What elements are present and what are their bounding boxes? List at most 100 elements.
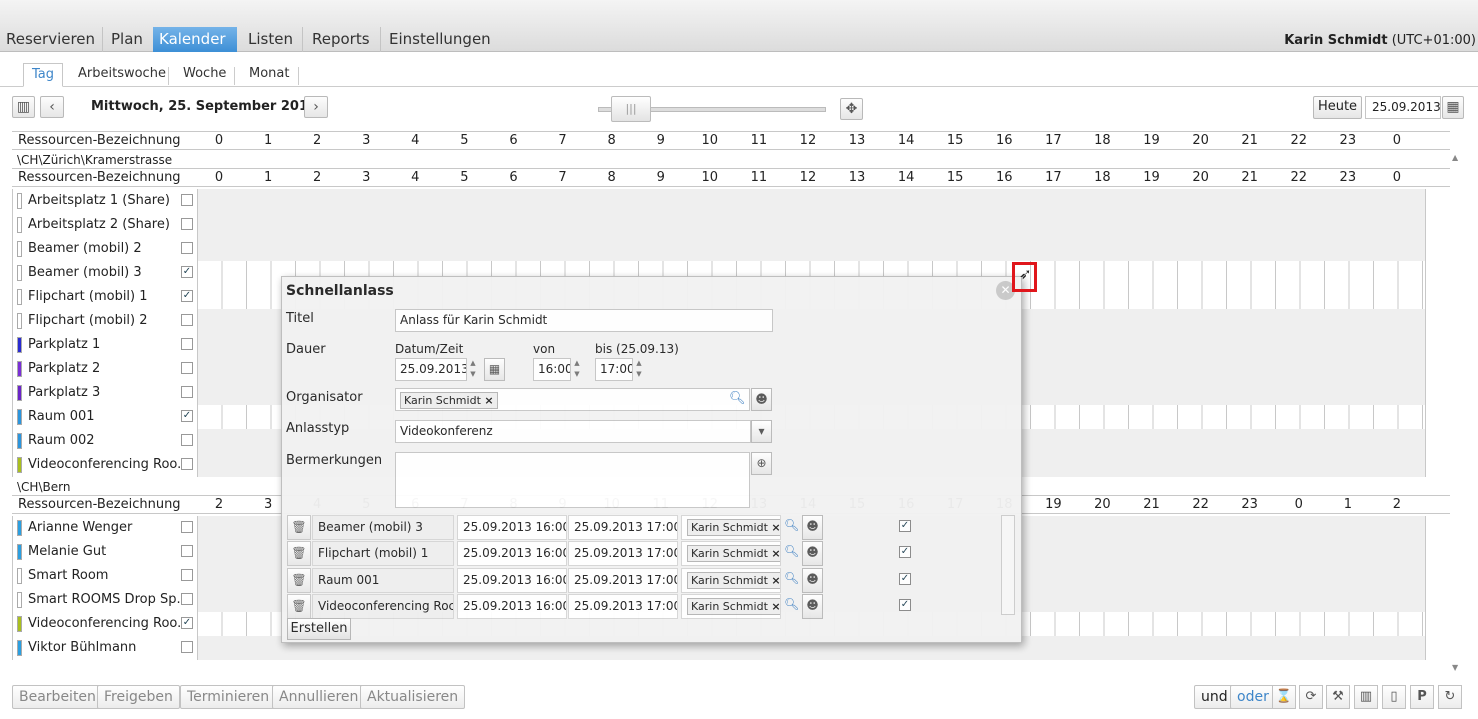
resource-checkbox[interactable] bbox=[181, 545, 193, 557]
item-person-field[interactable]: Karin Schmidt × bbox=[681, 567, 781, 593]
resource-checkbox[interactable] bbox=[181, 521, 193, 533]
search-icon[interactable]: 🔍︎ bbox=[729, 391, 746, 406]
resource-checkbox[interactable] bbox=[181, 194, 193, 206]
remarks-textarea[interactable] bbox=[395, 452, 750, 508]
resource-checkbox[interactable]: ✓ bbox=[181, 266, 193, 278]
device-button[interactable]: ▯ bbox=[1382, 685, 1406, 709]
tools-button[interactable]: ⚒ bbox=[1326, 685, 1350, 709]
item-checkbox[interactable]: ✓ bbox=[899, 546, 911, 559]
next-day-button[interactable]: › bbox=[304, 96, 328, 118]
item-person-field[interactable]: Karin Schmidt × bbox=[681, 515, 781, 540]
bearbeiten-button[interactable]: Bearbeiten bbox=[12, 685, 103, 709]
freigeben-button[interactable]: Freigeben bbox=[97, 685, 180, 709]
scroll-up-icon[interactable]: ▲ bbox=[1452, 153, 1458, 162]
layout-button[interactable]: ▥ bbox=[1354, 685, 1378, 709]
parking-button[interactable]: P bbox=[1410, 685, 1434, 709]
resource-checkbox[interactable] bbox=[181, 458, 193, 470]
item-checkbox[interactable]: ✓ bbox=[899, 598, 911, 611]
resource-checkbox[interactable] bbox=[181, 218, 193, 230]
items-scrollbar[interactable] bbox=[1001, 515, 1015, 615]
person-picker-button[interactable]: ☻ bbox=[802, 515, 823, 540]
remove-tag-icon[interactable]: × bbox=[771, 574, 780, 587]
date-field[interactable]: 25.09.2013 bbox=[395, 358, 467, 381]
resource-checkbox[interactable] bbox=[181, 641, 193, 653]
organizer-field[interactable]: Karin Schmidt × bbox=[395, 388, 750, 411]
tab-tag[interactable]: Tag bbox=[23, 63, 64, 87]
delete-item-button[interactable]: 🗑︎ bbox=[287, 515, 311, 540]
remove-tag-icon[interactable]: × bbox=[771, 521, 780, 534]
timeline-track[interactable] bbox=[198, 189, 1426, 213]
move-button[interactable]: ✥ bbox=[840, 98, 863, 120]
zoom-slider-thumb[interactable]: ||| bbox=[611, 96, 651, 122]
to-time-spinner[interactable]: ▲ ▼ bbox=[633, 358, 645, 381]
search-icon[interactable]: 🔍︎ bbox=[784, 518, 799, 532]
refresh-button[interactable]: ↻ bbox=[1438, 685, 1462, 709]
remove-tag-icon[interactable]: × bbox=[771, 547, 780, 560]
resource-checkbox[interactable]: ✓ bbox=[181, 410, 193, 422]
item-person-field[interactable]: Karin Schmidt × bbox=[681, 541, 781, 567]
search-icon[interactable]: 🔍︎ bbox=[784, 597, 799, 611]
zoom-remarks-button[interactable]: ⊕ bbox=[751, 452, 772, 475]
date-picker-button[interactable]: ▦ bbox=[484, 358, 505, 381]
prev-day-button[interactable]: ‹ bbox=[40, 96, 64, 118]
user-info[interactable]: Karin Schmidt (UTC+01:00) bbox=[1284, 33, 1476, 48]
item-checkbox[interactable]: ✓ bbox=[899, 520, 911, 532]
tab-woche[interactable]: Woche bbox=[175, 63, 234, 87]
event-type-select[interactable]: Videokonferenz bbox=[395, 420, 751, 443]
calendar-button[interactable]: ▦ bbox=[1442, 96, 1464, 119]
person-picker-button[interactable]: ☻ bbox=[751, 388, 772, 411]
resource-checkbox[interactable]: ✓ bbox=[181, 290, 193, 302]
timeline-track[interactable] bbox=[198, 237, 1426, 261]
book-button[interactable]: ▥ bbox=[12, 96, 35, 118]
remove-tag-icon[interactable]: × bbox=[484, 394, 493, 407]
nav-plan[interactable]: Plan bbox=[105, 27, 149, 52]
resource-checkbox[interactable] bbox=[181, 314, 193, 326]
delete-item-button[interactable]: 🗑︎ bbox=[287, 541, 311, 567]
create-button[interactable]: Erstellen bbox=[287, 618, 351, 640]
terminieren-button[interactable]: Terminieren bbox=[180, 685, 277, 709]
vertical-scrollbar[interactable]: ▲ ▼ bbox=[1450, 151, 1464, 681]
nav-kalender[interactable]: Kalender bbox=[153, 27, 237, 52]
search-icon[interactable]: 🔍︎ bbox=[784, 571, 799, 585]
device-icon: ▯ bbox=[1390, 689, 1398, 704]
resource-checkbox[interactable] bbox=[181, 338, 193, 350]
date-spinner[interactable]: ▲ ▼ bbox=[467, 358, 479, 381]
person-picker-button[interactable]: ☻ bbox=[802, 567, 823, 593]
today-button[interactable]: Heute bbox=[1313, 96, 1362, 119]
oder-toggle[interactable]: oder bbox=[1230, 685, 1276, 709]
to-time-field[interactable]: 17:00 bbox=[595, 358, 633, 381]
event-type-dropdown-button[interactable]: ▾ bbox=[751, 420, 772, 443]
nav-reservieren[interactable]: Reservieren bbox=[0, 27, 101, 52]
resource-checkbox[interactable] bbox=[181, 569, 193, 581]
item-person-field[interactable]: Karin Schmidt × bbox=[681, 593, 781, 619]
resource-checkbox[interactable] bbox=[181, 386, 193, 398]
resource-checkbox[interactable]: ✓ bbox=[181, 617, 193, 629]
delete-item-button[interactable]: 🗑︎ bbox=[287, 593, 311, 619]
sync-button[interactable]: ⟳ bbox=[1299, 685, 1323, 709]
from-time-spinner[interactable]: ▲ ▼ bbox=[571, 358, 583, 381]
delete-item-button[interactable]: 🗑︎ bbox=[287, 567, 311, 593]
tab-arbeitswoche[interactable]: Arbeitswoche bbox=[70, 63, 174, 87]
annullieren-button[interactable]: Annullieren bbox=[272, 685, 366, 709]
filter-button[interactable]: ⌛ bbox=[1272, 685, 1296, 709]
date-input[interactable]: 25.09.2013 bbox=[1365, 96, 1441, 119]
aktualisieren-button[interactable]: Aktualisieren bbox=[360, 685, 466, 709]
tab-monat[interactable]: Monat bbox=[241, 63, 297, 87]
und-toggle[interactable]: und bbox=[1194, 685, 1235, 709]
scroll-down-icon[interactable]: ▼ bbox=[1452, 663, 1458, 672]
resource-checkbox[interactable] bbox=[181, 242, 193, 254]
from-time-field[interactable]: 16:00 bbox=[533, 358, 571, 381]
item-checkbox[interactable]: ✓ bbox=[899, 572, 911, 585]
remove-tag-icon[interactable]: × bbox=[771, 600, 780, 613]
resource-checkbox[interactable] bbox=[181, 434, 193, 446]
person-picker-button[interactable]: ☻ bbox=[802, 593, 823, 619]
person-picker-button[interactable]: ☻ bbox=[802, 541, 823, 567]
timeline-track[interactable] bbox=[198, 213, 1426, 237]
resource-checkbox[interactable] bbox=[181, 593, 193, 605]
search-icon[interactable]: 🔍︎ bbox=[784, 544, 799, 558]
nav-einstellungen[interactable]: Einstellungen bbox=[383, 27, 497, 52]
resource-checkbox[interactable] bbox=[181, 362, 193, 374]
nav-reports[interactable]: Reports bbox=[306, 27, 376, 52]
title-input[interactable]: Anlass für Karin Schmidt bbox=[395, 309, 773, 332]
nav-listen[interactable]: Listen bbox=[242, 27, 299, 52]
